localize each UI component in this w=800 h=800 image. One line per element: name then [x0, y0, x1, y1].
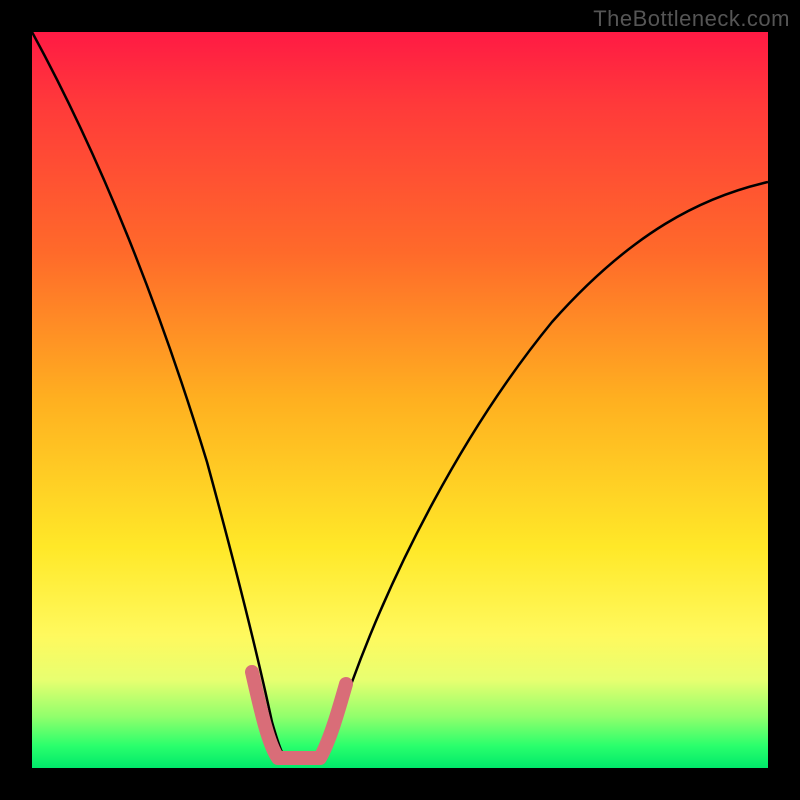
optimal-zone-highlight [252, 672, 346, 758]
chart-frame: TheBottleneck.com [0, 0, 800, 800]
curve-svg [32, 32, 768, 768]
plot-area [32, 32, 768, 768]
watermark-text: TheBottleneck.com [593, 6, 790, 32]
bottleneck-curve [32, 32, 768, 762]
